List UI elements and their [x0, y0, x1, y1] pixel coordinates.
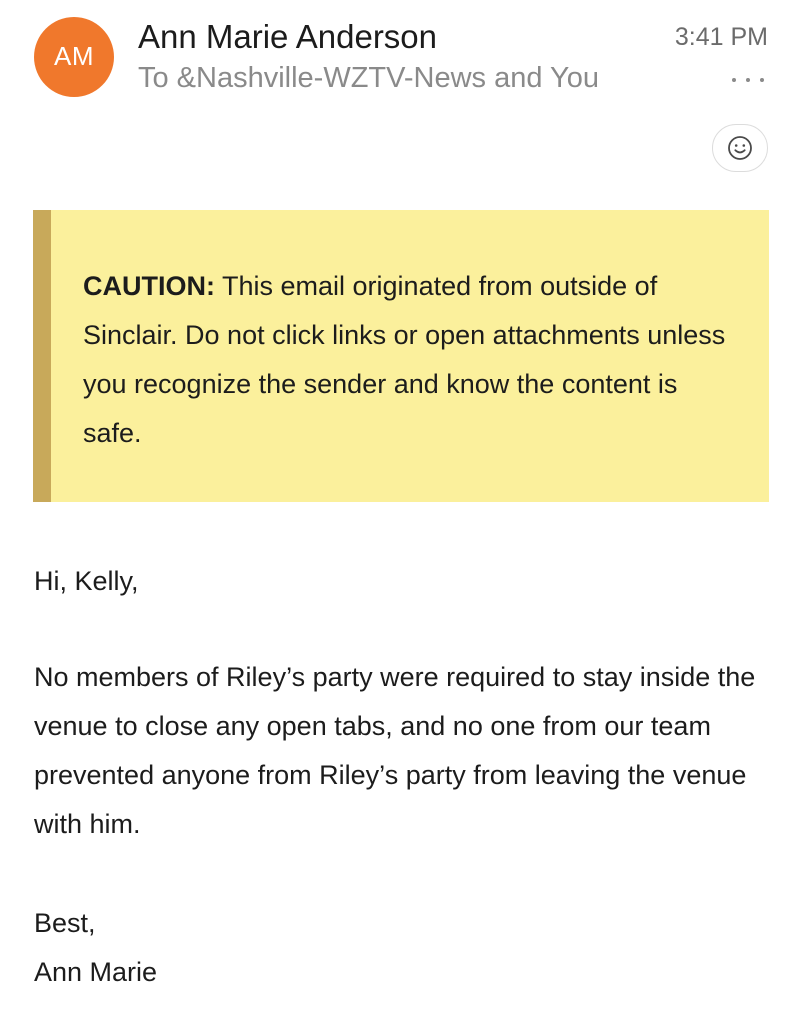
sender-name[interactable]: Ann Marie Anderson	[138, 18, 437, 56]
smiley-icon	[728, 136, 752, 160]
email-message-view: AM Ann Marie Anderson To &Nashville-WZTV…	[0, 0, 802, 1024]
email-signature: Ann Marie	[34, 957, 158, 987]
more-dot	[746, 78, 750, 82]
message-time: 3:41 PM	[674, 23, 768, 51]
more-options-button[interactable]	[732, 72, 764, 88]
avatar-initials: AM	[54, 40, 94, 71]
email-body-paragraph: No members of Riley’s party were require…	[34, 662, 756, 839]
email-closing: Best,	[34, 908, 96, 938]
email-signoff: Best, Ann Marie	[34, 899, 774, 997]
caution-accent-bar	[33, 210, 51, 502]
email-greeting: Hi, Kelly,	[34, 566, 139, 596]
recipients-line[interactable]: To &Nashville-WZTV-News and You	[138, 62, 599, 95]
caution-label: CAUTION:	[83, 271, 215, 301]
add-reaction-button[interactable]	[712, 124, 768, 172]
caution-message: CAUTION: This email originated from outs…	[51, 210, 769, 502]
more-dot	[760, 78, 764, 82]
external-email-caution-banner: CAUTION: This email originated from outs…	[33, 210, 769, 502]
more-horizontal-icon	[732, 78, 736, 82]
avatar[interactable]: AM	[34, 17, 114, 97]
